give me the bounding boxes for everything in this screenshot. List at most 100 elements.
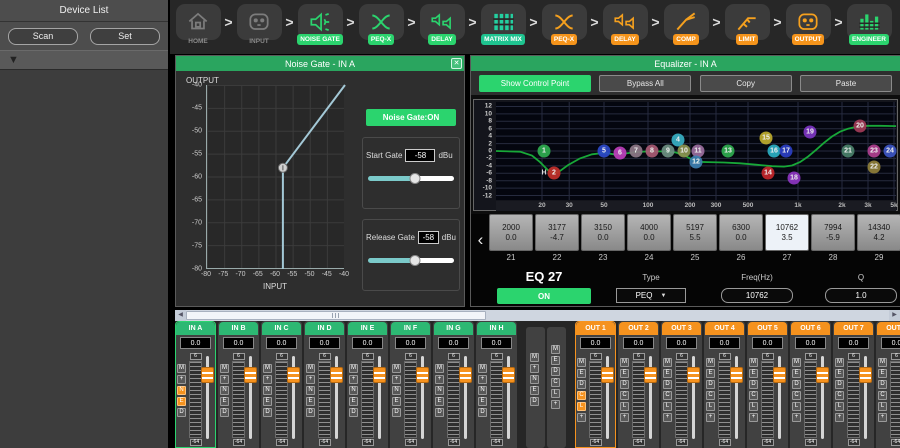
master-button-n[interactable]: N	[530, 375, 539, 384]
master-button-m[interactable]: M	[551, 345, 560, 354]
device-list-expander[interactable]: ▼	[0, 50, 168, 70]
channel-strip-in-f[interactable]: IN F0.0M+NED6-64	[390, 321, 431, 448]
fader-track[interactable]	[601, 356, 614, 439]
fader-handle[interactable]	[601, 367, 614, 383]
channel-gain-value[interactable]: 0.0	[666, 337, 697, 349]
start-gate-value[interactable]: -58	[405, 149, 435, 162]
channel-strip-out-4[interactable]: OUT 40.0MEDCL+6-64	[704, 321, 745, 448]
master-button-e[interactable]: E	[551, 356, 560, 365]
fader-handle[interactable]	[373, 367, 386, 383]
channel-button-e[interactable]: E	[749, 369, 758, 378]
channel-button-plus[interactable]: +	[478, 375, 487, 384]
nav-item-matrix-mix[interactable]: MATRIX MIX	[479, 0, 527, 45]
channel-gain-value[interactable]: 0.0	[180, 337, 211, 349]
channel-button-d[interactable]: D	[435, 408, 444, 417]
band-cell[interactable]: 107623.5	[765, 214, 809, 251]
band-cell[interactable]: 7994-5.9	[811, 214, 855, 251]
channel-gain-value[interactable]: 0.0	[881, 337, 900, 349]
set-button[interactable]: Set	[90, 28, 160, 45]
channel-button-d[interactable]: D	[663, 380, 672, 389]
channel-button-d[interactable]: D	[878, 380, 887, 389]
bypass-all-button[interactable]: Bypass All	[599, 75, 691, 92]
fader-handle[interactable]	[244, 367, 257, 383]
band-cell[interactable]: 40000.0	[627, 214, 671, 251]
channel-button-l[interactable]: L	[878, 402, 887, 411]
channel-button-d[interactable]: D	[577, 380, 586, 389]
eq-point-5[interactable]: 5	[598, 145, 611, 158]
fader-track[interactable]	[201, 356, 214, 439]
nav-item-noise-gate[interactable]: NOISE GATE	[296, 0, 344, 45]
channel-button-m[interactable]: M	[878, 358, 887, 367]
channel-button-m[interactable]: M	[792, 358, 801, 367]
channel-button-plus[interactable]: +	[220, 375, 229, 384]
channel-button-d[interactable]: D	[306, 408, 315, 417]
scan-button[interactable]: Scan	[8, 28, 78, 45]
scrollbar-thumb[interactable]	[186, 311, 486, 320]
band-24[interactable]: 40000.024	[627, 214, 671, 266]
channel-button-plus[interactable]: +	[792, 413, 801, 422]
channel-button-plus[interactable]: +	[263, 375, 272, 384]
nav-item-peq-x[interactable]: PEQ-X	[540, 0, 588, 45]
channel-gain-value[interactable]: 0.0	[580, 337, 611, 349]
channel-button-m[interactable]: M	[478, 364, 487, 373]
channel-button-e[interactable]: E	[577, 369, 586, 378]
channel-strip-out-2[interactable]: OUT 20.0MEDCL+6-64	[618, 321, 659, 448]
fader-track[interactable]	[416, 356, 429, 439]
start-gate-slider-handle[interactable]	[410, 173, 421, 184]
channel-gain-value[interactable]: 0.0	[623, 337, 654, 349]
channel-button-plus[interactable]: +	[663, 413, 672, 422]
channel-button-plus[interactable]: +	[878, 413, 887, 422]
fader-handle[interactable]	[416, 367, 429, 383]
channel-button-e[interactable]: E	[220, 397, 229, 406]
close-icon[interactable]: ✕	[451, 58, 462, 69]
channel-strip-in-d[interactable]: IN D0.0M+NED6-64	[304, 321, 345, 448]
channel-button-l[interactable]: L	[577, 402, 586, 411]
fader-track[interactable]	[859, 356, 872, 439]
channel-button-d[interactable]: D	[220, 408, 229, 417]
band-25[interactable]: 51975.525	[673, 214, 717, 266]
band-28[interactable]: 7994-5.928	[811, 214, 855, 266]
eq-point-8[interactable]: 8	[646, 145, 659, 158]
channel-button-m[interactable]: M	[706, 358, 715, 367]
channel-strip-in-c[interactable]: IN C0.0M+NED6-64	[261, 321, 302, 448]
channel-button-c[interactable]: C	[749, 391, 758, 400]
fader-handle[interactable]	[816, 367, 829, 383]
channel-button-plus[interactable]: +	[620, 413, 629, 422]
fader-track[interactable]	[502, 356, 515, 439]
channel-button-m[interactable]: M	[435, 364, 444, 373]
channel-strip-out-7[interactable]: OUT 70.0MEDCL+6-64	[833, 321, 874, 448]
channel-gain-value[interactable]: 0.0	[752, 337, 783, 349]
channel-button-e[interactable]: E	[878, 369, 887, 378]
channel-button-plus[interactable]: +	[177, 375, 186, 384]
fader-track[interactable]	[644, 356, 657, 439]
band-21[interactable]: 20000.021	[489, 214, 533, 266]
channel-button-m[interactable]: M	[220, 364, 229, 373]
channel-strip-out-8[interactable]: OUT 80.0MEDCL+6-64	[876, 321, 900, 448]
fader-handle[interactable]	[201, 367, 214, 383]
eq-point-1[interactable]: 1	[538, 145, 551, 158]
channel-button-e[interactable]: E	[392, 397, 401, 406]
eq-point-2[interactable]: 2H	[548, 167, 561, 180]
channel-button-e[interactable]: E	[478, 397, 487, 406]
band-27[interactable]: 107623.527	[765, 214, 809, 266]
eq-point-20[interactable]: 20	[854, 119, 867, 132]
channel-button-c[interactable]: C	[792, 391, 801, 400]
fader-track[interactable]	[287, 356, 300, 439]
channel-button-plus[interactable]: +	[835, 413, 844, 422]
input-master-strip[interactable]: M+NED	[526, 327, 545, 448]
channel-button-c[interactable]: C	[620, 391, 629, 400]
channel-strip-in-a[interactable]: IN A0.0M+NED6-64	[175, 321, 216, 448]
release-gate-slider[interactable]	[368, 258, 454, 263]
channel-button-d[interactable]: D	[620, 380, 629, 389]
master-button-d[interactable]: D	[551, 367, 560, 376]
channel-gain-value[interactable]: 0.0	[438, 337, 469, 349]
channel-button-c[interactable]: C	[706, 391, 715, 400]
band-cell[interactable]: 20000.0	[489, 214, 533, 251]
nav-item-peq-x[interactable]: PEQ-X	[357, 0, 405, 45]
channel-button-c[interactable]: C	[835, 391, 844, 400]
channel-button-plus[interactable]: +	[435, 375, 444, 384]
channel-button-l[interactable]: L	[749, 402, 758, 411]
channel-strip-out-5[interactable]: OUT 50.0MEDCL+6-64	[747, 321, 788, 448]
band-cell[interactable]: 143404.2	[857, 214, 900, 251]
fader-handle[interactable]	[773, 367, 786, 383]
